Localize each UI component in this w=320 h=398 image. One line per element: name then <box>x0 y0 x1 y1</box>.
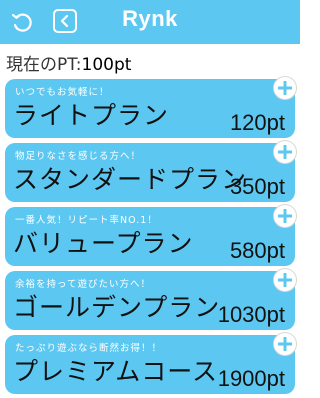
add-plan-button[interactable] <box>273 268 297 292</box>
current-points: 現在のPT:100pt <box>6 50 131 75</box>
plus-icon <box>278 337 292 351</box>
plus-icon <box>278 145 292 159</box>
plan-name: ライトプラン <box>13 101 170 130</box>
points-label: 現在のPT: <box>6 55 82 75</box>
plan-price: 1030pt <box>217 302 285 327</box>
app-title: Rynk <box>122 6 178 31</box>
plan-price: 580pt <box>229 238 285 263</box>
plan-name: プレミアムコース <box>13 357 219 386</box>
plan-card-light[interactable]: いつでもお気軽に！ ライトプラン 120pt <box>5 76 297 138</box>
plan-name: ゴールデンプラン <box>13 293 221 322</box>
plus-icon <box>278 273 292 287</box>
plan-price: 120pt <box>229 110 285 135</box>
plan-price: 1900pt <box>217 366 285 391</box>
plus-icon <box>278 209 292 223</box>
add-plan-button[interactable] <box>273 140 297 164</box>
plan-name: スタンダードプラン <box>13 165 248 194</box>
add-plan-button[interactable] <box>273 332 297 356</box>
plan-card-premium[interactable]: たっぷり遊ぶなら断然お得！！ プレミアムコース 1900pt <box>5 332 297 394</box>
points-value: 100pt <box>81 55 132 75</box>
plan-name: バリュープラン <box>13 229 194 258</box>
plan-price: 350pt <box>229 174 285 199</box>
plus-icon <box>278 81 292 95</box>
plan-card-standard[interactable]: 物足りなさを感じる方へ！ スタンダードプラン 350pt <box>5 140 297 202</box>
add-plan-button[interactable] <box>273 76 297 100</box>
add-plan-button[interactable] <box>273 204 297 228</box>
plan-card-value[interactable]: 一番人気！リピート率NO.1！ バリュープラン 580pt <box>5 204 297 266</box>
app-header: Rynk <box>0 0 300 44</box>
plan-card-golden[interactable]: 余裕を持って遊びたい方へ！ ゴールデンプラン 1030pt <box>5 268 297 330</box>
